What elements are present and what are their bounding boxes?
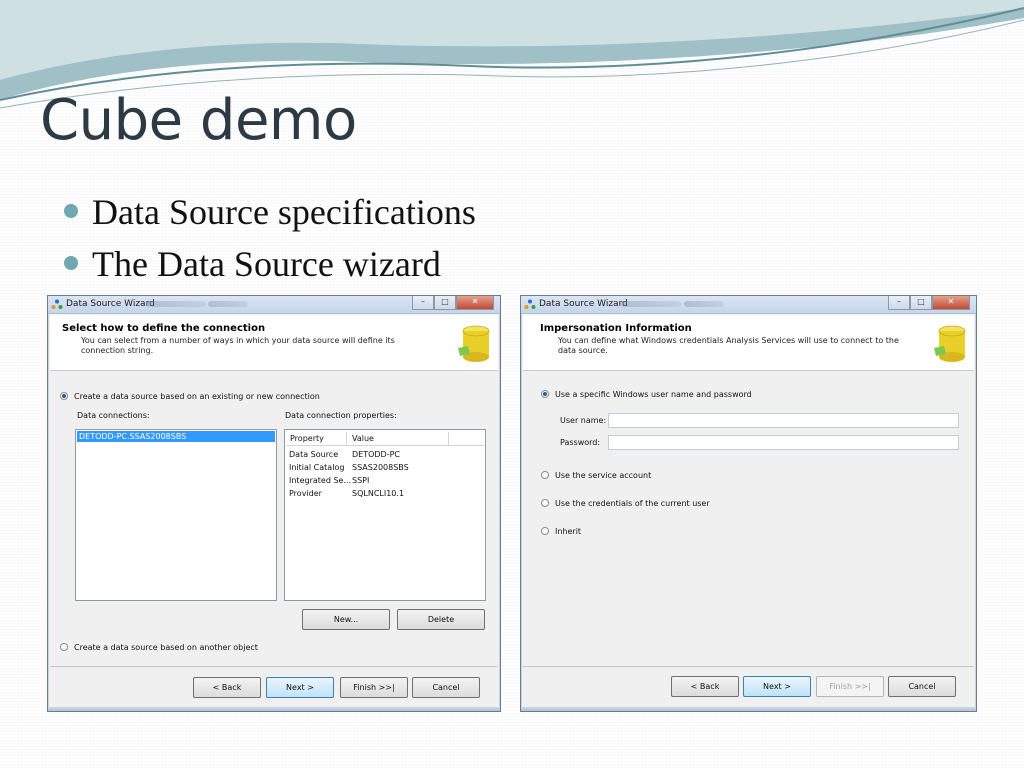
column-header-value: Value [352,434,374,443]
window-bottom-edge [48,707,500,711]
data-source-wizard-impersonation: Data Source Wizard – □ ✕ Impersonation I… [520,295,977,712]
wizard-header: Impersonation Information You can define… [523,315,974,371]
current-user-label: Use the credentials of the current user [555,499,710,508]
data-connections-list[interactable]: DETODD-PC.SSAS2008SBS [75,429,277,601]
title-blur-decoration [208,301,248,307]
minimize-icon[interactable]: – [412,296,434,310]
database-icon [934,325,966,362]
connection-properties-label: Data connection properties: [285,411,397,420]
footer-divider [50,666,498,667]
window-titlebar[interactable]: Data Source Wizard – □ ✕ [48,296,500,314]
other-object-radio[interactable] [60,643,68,651]
title-blur-decoration [621,301,681,307]
bullet-dot-icon [64,256,78,270]
inherit-radio[interactable] [541,527,549,535]
close-icon[interactable]: ✕ [456,296,494,310]
header-title: Select how to define the connection [62,323,266,334]
finish-button[interactable]: Finish >>| [340,677,408,698]
specific-user-label: Use a specific Windows user name and pas… [555,390,752,399]
delete-connection-button[interactable]: Delete [397,609,485,630]
list-item-selected[interactable]: DETODD-PC.SSAS2008SBS [77,431,275,442]
bullet-item: The Data Source wizard [64,242,476,294]
grid-header: Property Value [286,431,484,446]
close-icon[interactable]: ✕ [932,296,970,310]
cancel-button[interactable]: Cancel [412,677,480,698]
current-user-radio[interactable] [541,499,549,507]
column-header-property: Property [290,434,324,443]
bullet-text: The Data Source wizard [92,244,441,284]
window-title: Data Source Wizard [66,299,155,309]
slide-title: Cube demo [40,88,357,153]
finish-button: Finish >>| [816,676,884,697]
connection-properties-grid[interactable]: Property Value Data Source DETODD-PC Ini… [284,429,486,601]
data-connections-label: Data connections: [77,411,150,420]
next-button[interactable]: Next > [266,677,334,698]
minimize-icon[interactable]: – [888,296,910,310]
username-field[interactable] [608,413,959,428]
maximize-icon[interactable]: □ [910,296,932,310]
service-account-label: Use the service account [555,471,652,480]
database-icon [458,325,490,362]
cancel-button[interactable]: Cancel [888,676,956,697]
header-description: You can define what Windows credentials … [558,336,899,355]
property-value: DETODD-PC [352,450,401,459]
new-connection-button[interactable]: New... [302,609,390,630]
window-bottom-edge [521,707,976,711]
next-button[interactable]: Next > [743,676,811,697]
property-value: SSPI [352,476,370,485]
footer-divider [523,666,974,667]
window-controls: – □ ✕ [412,296,494,310]
wizard-app-icon [524,299,536,309]
wizard-app-icon [51,299,63,309]
inherit-label: Inherit [555,527,582,536]
service-account-radio[interactable] [541,471,549,479]
existing-connection-label: Create a data source based on an existin… [74,392,320,401]
password-field[interactable] [608,435,959,450]
property-name: Provider [289,489,322,498]
property-value: SQLNCLI10.1 [352,489,405,498]
bullet-text: Data Source specifications [92,192,476,232]
window-controls: – □ ✕ [888,296,970,310]
property-name: Data Source [289,450,339,459]
username-label: User name: [560,416,607,425]
data-source-wizard-connection: Data Source Wizard – □ ✕ Select how to d… [47,295,501,712]
property-name: Initial Catalog [289,463,345,472]
property-value: SSAS2008SBS [352,463,409,472]
bullet-list: Data Source specifications The Data Sour… [64,190,476,294]
specific-user-radio[interactable] [541,390,549,398]
back-button[interactable]: < Back [193,677,261,698]
maximize-icon[interactable]: □ [434,296,456,310]
window-titlebar[interactable]: Data Source Wizard – □ ✕ [521,296,976,314]
header-title: Impersonation Information [540,323,692,334]
header-description: You can select from a number of ways in … [81,336,395,355]
title-blur-decoration [146,301,206,307]
existing-connection-radio[interactable] [60,392,68,400]
property-name: Integrated Se... [289,476,352,485]
back-button[interactable]: < Back [671,676,739,697]
bullet-item: Data Source specifications [64,190,476,242]
title-blur-decoration [684,301,724,307]
window-title: Data Source Wizard [539,299,628,309]
password-label: Password: [560,438,601,447]
column-separator [448,432,449,445]
column-separator [346,432,347,445]
other-object-label: Create a data source based on another ob… [74,643,258,652]
bullet-dot-icon [64,204,78,218]
wizard-header: Select how to define the connection You … [50,315,498,371]
